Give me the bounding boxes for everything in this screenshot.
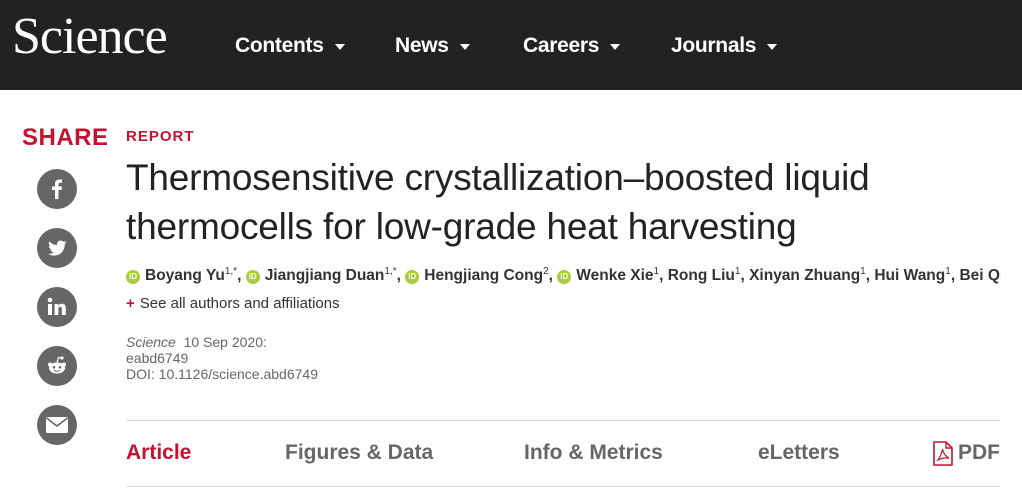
nav-journals[interactable]: Journals — [671, 34, 778, 58]
top-navigation-bar: Science Contents News Careers Journals — [0, 0, 1022, 90]
article-type-label: REPORT — [126, 128, 195, 145]
nav-news-label: News — [395, 34, 449, 57]
author-name: Bei Qi... — [959, 267, 1001, 285]
author-affiliation-marker: 1 — [945, 266, 951, 277]
article-id: eabd6749 — [126, 350, 189, 366]
share-email-button[interactable] — [37, 405, 77, 445]
facebook-icon — [52, 179, 62, 199]
linkedin-icon — [47, 297, 66, 315]
author-item[interactable]: Hui Wang1 — [874, 266, 951, 285]
author-name: Wenke Xie — [576, 267, 654, 285]
author-item[interactable]: Bei Qi... — [959, 267, 1001, 284]
author-item[interactable]: iD Boyang Yu1,* — [126, 266, 238, 285]
article-title: Thermosensitive crystallization–boosted … — [126, 157, 870, 247]
author-name: Rong Liu — [667, 267, 735, 285]
author-affiliation-marker: 1,* — [224, 266, 238, 277]
author-affiliation-marker: 1 — [860, 266, 866, 277]
tab-article[interactable]: Article — [126, 441, 191, 465]
author-affiliation-marker: 1 — [734, 266, 741, 277]
nav-news[interactable]: News — [395, 34, 470, 58]
nav-careers[interactable]: Careers — [523, 34, 621, 58]
author-item[interactable]: iD Hengjiang Cong2 — [405, 266, 549, 285]
chevron-down-icon — [459, 44, 470, 50]
tabs-top-divider — [126, 420, 1000, 421]
see-all-authors-link[interactable]: + See all authors and affiliations — [126, 295, 340, 312]
share-reddit-button[interactable] — [37, 346, 77, 386]
author-affiliation-marker: 1,* — [384, 266, 397, 277]
author-name: Hengjiang Cong — [424, 267, 544, 285]
email-icon — [46, 417, 68, 433]
article-doi[interactable]: DOI: 10.1126/science.abd6749 — [126, 366, 318, 382]
twitter-icon — [48, 240, 67, 256]
publication-info: Science 10 Sep 2020: — [126, 334, 267, 350]
pdf-icon[interactable] — [932, 441, 954, 466]
chevron-down-icon — [610, 44, 621, 50]
author-name: Hui Wang — [874, 267, 946, 285]
tab-pdf[interactable]: PDF — [958, 441, 1000, 465]
plus-icon: + — [126, 295, 135, 312]
orcid-icon[interactable]: iD — [126, 270, 140, 285]
author-affiliation-marker: 1 — [653, 266, 660, 277]
share-facebook-button[interactable] — [37, 169, 77, 209]
nav-contents[interactable]: Contents — [235, 34, 345, 58]
see-all-authors-label: See all authors and affiliations — [139, 295, 340, 312]
science-logo[interactable]: Science — [12, 7, 168, 66]
author-list: iD Boyang Yu1,*, iD Jiangjiang Duan1,*, iD… — [126, 266, 1001, 285]
nav-contents-label: Contents — [235, 34, 324, 57]
tab-figures-data[interactable]: Figures & Data — [285, 441, 433, 465]
share-linkedin-button[interactable] — [37, 287, 77, 327]
journal-name: Science — [126, 334, 176, 350]
orcid-icon[interactable]: iD — [405, 270, 420, 285]
orcid-icon[interactable]: iD — [557, 270, 572, 285]
orcid-icon[interactable]: iD — [245, 270, 260, 285]
author-name: Boyang Yu — [145, 267, 225, 285]
tabs-bottom-divider — [126, 486, 1000, 487]
chevron-down-icon — [767, 44, 778, 50]
author-name: Xinyan Zhuang — [749, 267, 861, 285]
author-name: Jiangjiang Duan — [264, 267, 385, 285]
tab-info-metrics[interactable]: Info & Metrics — [524, 441, 663, 465]
reddit-icon — [48, 356, 66, 374]
chevron-down-icon — [334, 44, 345, 50]
nav-careers-label: Careers — [523, 34, 600, 57]
nav-journals-label: Journals — [671, 34, 757, 57]
author-item[interactable]: iD Jiangjiang Duan1,* — [245, 266, 397, 285]
share-label: SHARE — [22, 124, 109, 151]
author-item[interactable]: Xinyan Zhuang1 — [749, 266, 866, 285]
publication-date: 10 Sep 2020: — [183, 334, 267, 350]
share-twitter-button[interactable] — [37, 228, 77, 268]
author-item[interactable]: Rong Liu1 — [667, 266, 741, 285]
author-item[interactable]: iD Wenke Xie1 — [557, 266, 660, 285]
tab-eletters[interactable]: eLetters — [758, 441, 840, 465]
author-affiliation-marker: 2 — [543, 266, 549, 277]
